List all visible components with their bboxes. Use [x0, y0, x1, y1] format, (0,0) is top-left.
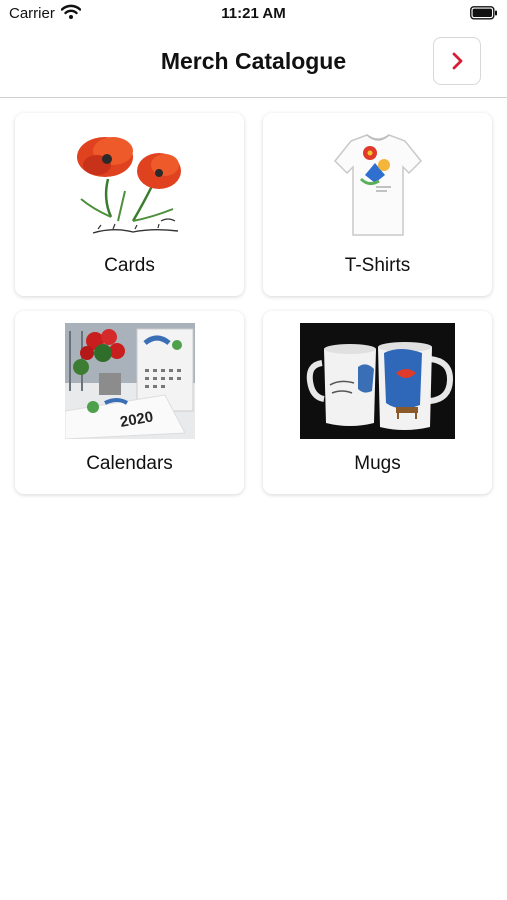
category-card-mugs[interactable]: Mugs [263, 311, 492, 494]
t-shirt-image [321, 131, 436, 239]
category-card-calendars[interactable]: 2020 Calendars [15, 311, 244, 494]
poppies-card-image [73, 129, 188, 237]
mugs-photo-image [300, 323, 455, 439]
page-title: Merch Catalogue [160, 48, 347, 74]
clock-label: 11:21 AM [221, 5, 286, 22]
chevron-right-icon [452, 52, 463, 70]
category-label: Mugs [354, 453, 401, 474]
navigation-bar: Merch Catalogue [0, 28, 507, 98]
category-card-cards[interactable]: Cards [15, 113, 244, 296]
category-card-t-shirts[interactable]: T-Shirts [263, 113, 492, 296]
category-label: Calendars [86, 453, 173, 474]
status-bar: Carrier 11:21 AM [0, 0, 507, 28]
next-button[interactable] [433, 37, 481, 85]
category-label: Cards [104, 255, 155, 276]
battery-icon [470, 6, 497, 20]
calendar-photo-image: 2020 [65, 323, 195, 439]
category-label: T-Shirts [344, 255, 411, 276]
